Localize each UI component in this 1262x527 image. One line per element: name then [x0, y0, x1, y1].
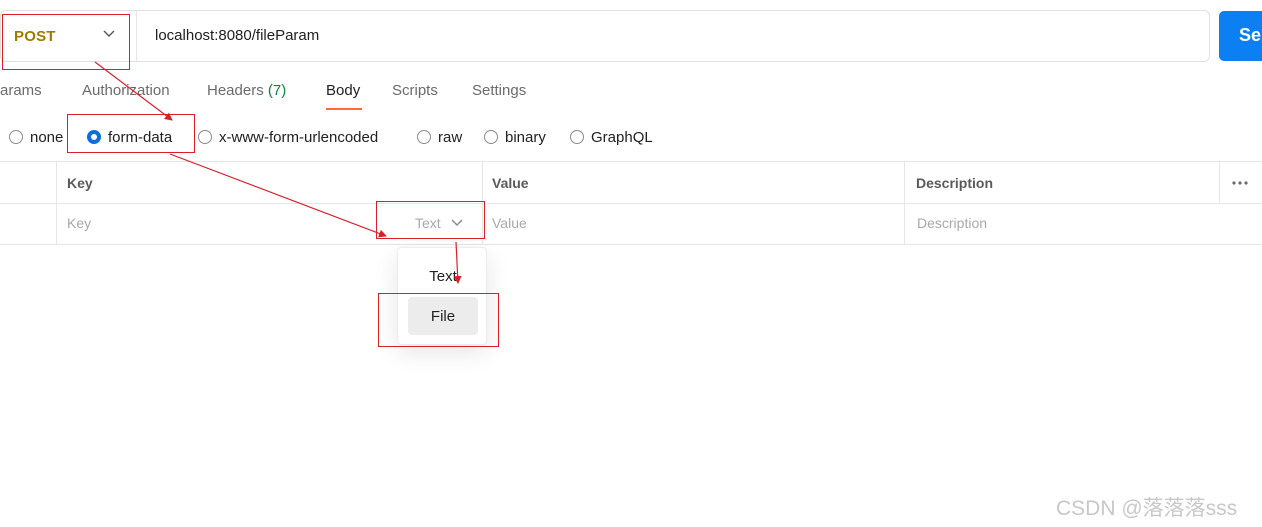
- active-tab-underline: [326, 108, 362, 110]
- table-column-divider: [56, 162, 57, 244]
- tab-authorization[interactable]: Authorization: [82, 82, 170, 99]
- tab-params[interactable]: Params: [0, 82, 42, 99]
- radio-x-www-form-urlencoded[interactable]: x-www-form-urlencoded: [198, 128, 378, 146]
- send-button[interactable]: Se: [1219, 11, 1262, 61]
- more-options-icon[interactable]: [1231, 180, 1249, 186]
- annotation-box-method: [2, 14, 130, 70]
- tab-settings[interactable]: Settings: [472, 82, 526, 99]
- tab-body[interactable]: Body: [326, 82, 360, 99]
- annotation-box-form-data: [67, 114, 195, 153]
- headers-count-badge: (7): [267, 82, 287, 99]
- radio-label: binary: [505, 128, 546, 146]
- table-row-divider: [0, 203, 1262, 204]
- table-column-divider: [904, 162, 905, 244]
- tab-headers-label: Headers: [207, 82, 264, 99]
- radio-label: x-www-form-urlencoded: [219, 128, 379, 146]
- annotation-arrows: [94, 61, 462, 284]
- radio-circle-icon: [9, 130, 23, 144]
- radio-graphql[interactable]: GraphQL: [570, 128, 653, 146]
- radio-circle-icon: [198, 130, 212, 144]
- dropdown-option-text[interactable]: Text: [408, 257, 478, 295]
- radio-label: none: [30, 128, 64, 146]
- annotation-box-type-select: [376, 201, 485, 239]
- radio-circle-icon: [570, 130, 584, 144]
- value-input[interactable]: Value: [492, 215, 527, 231]
- radio-binary[interactable]: binary: [484, 128, 546, 146]
- annotation-box-file-option: [378, 293, 499, 347]
- table-column-divider: [1219, 162, 1220, 203]
- radio-circle-icon: [484, 130, 498, 144]
- radio-circle-icon: [417, 130, 431, 144]
- radio-none[interactable]: none: [9, 128, 63, 146]
- radio-label: GraphQL: [591, 128, 653, 146]
- radio-raw[interactable]: raw: [417, 128, 462, 146]
- request-url-bar: POST localhost:8080/fileParam: [0, 10, 1210, 62]
- radio-label: raw: [438, 128, 463, 146]
- key-input[interactable]: Key: [67, 215, 91, 231]
- column-header-value: Value: [492, 175, 529, 191]
- watermark: CSDN @落落落sss: [1056, 497, 1238, 520]
- tab-scripts[interactable]: Scripts: [392, 82, 438, 99]
- tab-headers[interactable]: Headers (7): [207, 82, 286, 99]
- url-input[interactable]: localhost:8080/fileParam: [155, 27, 319, 44]
- column-header-description: Description: [916, 175, 994, 191]
- column-header-key: Key: [67, 175, 93, 191]
- description-input[interactable]: Description: [917, 215, 987, 231]
